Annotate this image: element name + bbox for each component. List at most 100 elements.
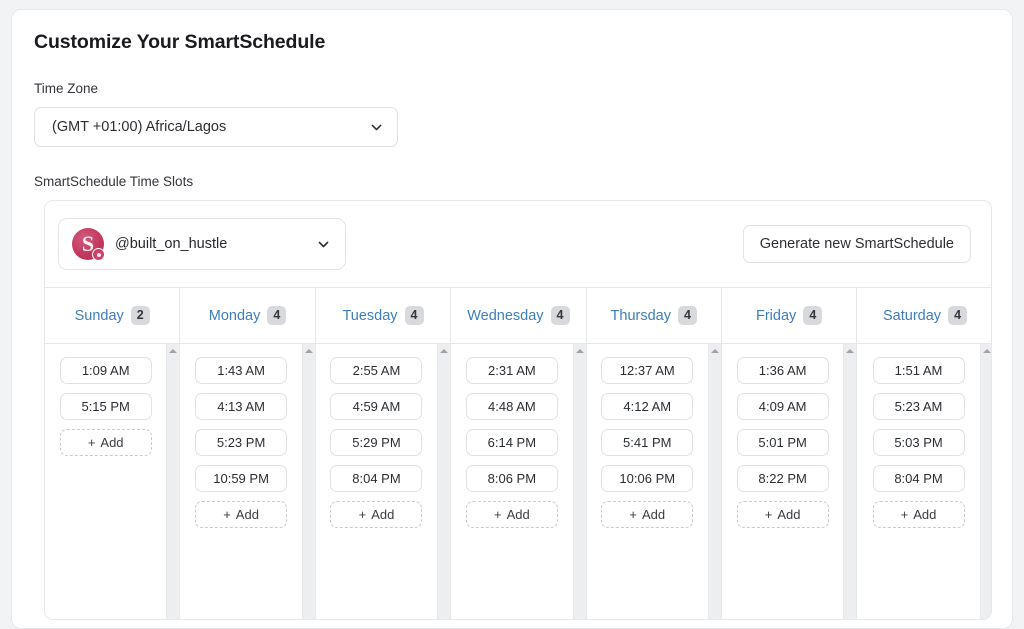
scroll-up-arrow-icon[interactable] (846, 349, 855, 353)
add-label: Add (641, 507, 666, 522)
day-column-scrollbar[interactable] (301, 344, 315, 619)
day-name: Wednesday (467, 307, 544, 324)
day-body: 12:37 AM 4:12 AM 5:41 PM 10:06 PM + Add (587, 344, 721, 619)
day-column-scrollbar[interactable] (572, 344, 586, 619)
smartschedule-card: Customize Your SmartSchedule Time Zone (… (11, 9, 1013, 629)
day-column-monday: Monday 4 1:43 AM 4:13 AM 5:23 PM 10:59 PM + Add (180, 288, 316, 619)
time-slot-chip[interactable]: 10:59 PM (195, 465, 288, 492)
day-header: Thursday 4 (586, 288, 721, 344)
day-column-scrollbar[interactable] (707, 344, 721, 619)
time-slot-chip[interactable]: 1:51 AM (872, 357, 965, 384)
time-slot-chip[interactable]: 1:09 AM (59, 357, 152, 384)
add-time-slot-button[interactable]: + Add (59, 429, 152, 456)
time-slot-chip[interactable]: 2:31 AM (465, 357, 558, 384)
time-slot-chip[interactable]: 1:36 AM (736, 357, 829, 384)
timezone-select[interactable]: (GMT +01:00) Africa/Lagos (34, 107, 398, 147)
plus-icon: + (629, 507, 637, 522)
slot-list: 2:55 AM 4:59 AM 5:29 PM 8:04 PM + Add (316, 344, 437, 619)
add-time-slot-button[interactable]: + Add (330, 501, 423, 528)
scroll-up-arrow-icon[interactable] (710, 349, 719, 353)
slots-section-label: SmartSchedule Time Slots (34, 174, 194, 189)
day-column-wednesday: Wednesday 4 2:31 AM 4:48 AM 6:14 PM 8:06 PM + A… (451, 288, 587, 619)
day-column-scrollbar[interactable] (437, 344, 451, 619)
slot-list: 2:31 AM 4:48 AM 6:14 PM 8:06 PM + Add (451, 344, 572, 619)
day-slot-count-badge: 2 (130, 306, 150, 325)
time-slot-chip[interactable]: 4:09 AM (736, 393, 829, 420)
add-label: Add (506, 507, 530, 522)
day-name: Sunday (74, 307, 124, 324)
time-slot-chip[interactable]: 4:59 AM (330, 393, 423, 420)
time-slot-chip[interactable]: 8:06 PM (465, 465, 558, 492)
day-slot-count-badge: 4 (803, 306, 823, 325)
day-body: 1:51 AM 5:23 AM 5:03 PM 8:04 PM + Add (857, 344, 991, 619)
time-slot-chip[interactable]: 5:29 PM (330, 429, 423, 456)
slot-list: 1:51 AM 5:23 AM 5:03 PM 8:04 PM + Add (857, 344, 979, 619)
chevron-down-icon (370, 121, 383, 134)
add-label: Add (371, 507, 395, 522)
day-column-scrollbar[interactable] (979, 344, 991, 619)
time-slot-chip[interactable]: 4:12 AM (601, 393, 694, 420)
time-slot-chip[interactable]: 5:41 PM (601, 429, 694, 456)
chevron-down-icon (317, 238, 330, 251)
scroll-up-arrow-icon[interactable] (304, 349, 313, 353)
time-slot-chip[interactable]: 4:48 AM (465, 393, 558, 420)
time-slot-chip[interactable]: 5:01 PM (736, 429, 829, 456)
time-slot-chip[interactable]: 6:14 PM (465, 429, 558, 456)
add-time-slot-button[interactable]: + Add (465, 501, 558, 528)
time-slot-chip[interactable]: 12:37 AM (601, 357, 694, 384)
day-name: Saturday (883, 307, 942, 324)
add-time-slot-button[interactable]: + Add (736, 501, 829, 528)
add-label: Add (913, 507, 937, 522)
slot-list: 1:09 AM 5:15 PM + Add (45, 344, 166, 619)
day-column-friday: Friday 4 1:36 AM 4:09 AM 5:01 PM 8:22 PM + Add (721, 288, 858, 619)
timezone-label: Time Zone (34, 81, 99, 96)
scroll-up-arrow-icon[interactable] (575, 349, 584, 353)
day-slot-count-badge: 4 (550, 306, 570, 325)
day-header: Sunday 2 (45, 288, 180, 344)
generate-new-smartschedule-button[interactable]: Generate new SmartSchedule (742, 225, 971, 263)
time-slot-chip[interactable]: 5:23 AM (872, 393, 965, 420)
plus-icon: + (764, 507, 773, 522)
day-header: Tuesday 4 (315, 288, 451, 344)
time-slot-chip[interactable]: 1:43 AM (195, 357, 288, 384)
timezone-value: (GMT +01:00) Africa/Lagos (52, 119, 227, 135)
slot-list: 12:37 AM 4:12 AM 5:41 PM 10:06 PM + Add (587, 344, 708, 619)
day-column-scrollbar[interactable] (843, 344, 857, 619)
time-slot-chip[interactable]: 5:03 PM (872, 429, 965, 456)
add-time-slot-button[interactable]: + Add (601, 501, 694, 528)
day-header: Friday 4 (721, 288, 857, 344)
scroll-up-arrow-icon[interactable] (440, 349, 449, 353)
account-select[interactable]: S @built_on_hustle (58, 218, 346, 270)
time-slot-chip[interactable]: 5:15 PM (59, 393, 152, 420)
scroll-up-arrow-icon[interactable] (169, 349, 178, 353)
add-label: Add (777, 507, 801, 522)
day-column-saturday: Saturday 4 1:51 AM 5:23 AM 5:03 PM 8:04 PM + Ad… (857, 288, 991, 619)
avatar-badge-icon (92, 248, 105, 261)
time-slot-chip[interactable]: 10:06 PM (601, 465, 694, 492)
day-name: Tuesday (342, 307, 398, 324)
time-slot-chip[interactable]: 8:04 PM (872, 465, 965, 492)
day-body: 1:36 AM 4:09 AM 5:01 PM 8:22 PM + Add (722, 344, 857, 619)
scroll-up-arrow-icon[interactable] (982, 349, 991, 353)
week-grid: Sunday 2 1:09 AM 5:15 PM + Add Monday 4 1:43 AM 4… (45, 287, 991, 619)
day-column-thursday: Thursday 4 12:37 AM 4:12 AM 5:41 PM 10:06 PM +… (586, 288, 722, 619)
day-slot-count-badge: 4 (404, 306, 424, 325)
day-header: Saturday 4 (857, 288, 991, 344)
day-column-scrollbar[interactable] (166, 344, 180, 619)
day-header: Wednesday 4 (451, 288, 586, 344)
plus-icon: + (358, 507, 367, 522)
time-slot-chip[interactable]: 4:13 AM (195, 393, 288, 420)
day-name: Friday (756, 307, 797, 324)
add-time-slot-button[interactable]: + Add (195, 501, 288, 528)
plus-icon: + (223, 507, 231, 522)
time-slot-chip[interactable]: 2:55 AM (330, 357, 423, 384)
time-slot-chip[interactable]: 8:04 PM (330, 465, 423, 492)
slot-list: 1:36 AM 4:09 AM 5:01 PM 8:22 PM + Add (722, 344, 843, 619)
add-time-slot-button[interactable]: + Add (872, 501, 965, 528)
time-slot-chip[interactable]: 8:22 PM (736, 465, 829, 492)
time-slot-chip[interactable]: 5:23 PM (195, 429, 288, 456)
day-slot-count-badge: 4 (948, 306, 968, 325)
day-body: 2:31 AM 4:48 AM 6:14 PM 8:06 PM + Add (451, 344, 586, 619)
plus-icon: + (493, 507, 502, 522)
time-slots-panel: S @built_on_hustle Generate new SmartSch… (44, 200, 992, 620)
